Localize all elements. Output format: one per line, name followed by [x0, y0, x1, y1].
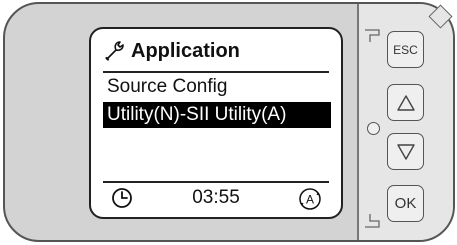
screen-top-symbol-icon	[365, 29, 380, 42]
footer-divider	[103, 181, 329, 183]
menu-item-selected[interactable]: Utility(N)-SII Utility(A)	[103, 102, 331, 128]
svg-text:A: A	[306, 193, 314, 207]
menu-item-source-config[interactable]: Source Config	[107, 76, 227, 98]
auto-mode-icon: A	[299, 188, 321, 210]
triangle-down-icon	[396, 143, 415, 160]
clock-time: 03:55	[192, 187, 240, 208]
screen-bottom-symbol-icon	[365, 214, 380, 228]
ok-button[interactable]: OK	[387, 185, 424, 222]
ok-label: OK	[394, 195, 417, 212]
title-text: Application	[131, 39, 240, 62]
wrench-icon	[105, 41, 124, 61]
lcd-screen: Application Source Config Utility(N)-SII…	[89, 27, 343, 219]
esc-label: ESC	[393, 42, 418, 57]
status-led	[367, 122, 380, 135]
screen-title: Application	[103, 35, 240, 67]
esc-button[interactable]: ESC	[387, 31, 424, 68]
down-button[interactable]	[387, 133, 424, 170]
triangle-up-icon	[396, 94, 415, 111]
title-divider	[103, 71, 329, 73]
up-button[interactable]	[387, 84, 424, 121]
status-footer: 03:55 A	[103, 185, 329, 213]
